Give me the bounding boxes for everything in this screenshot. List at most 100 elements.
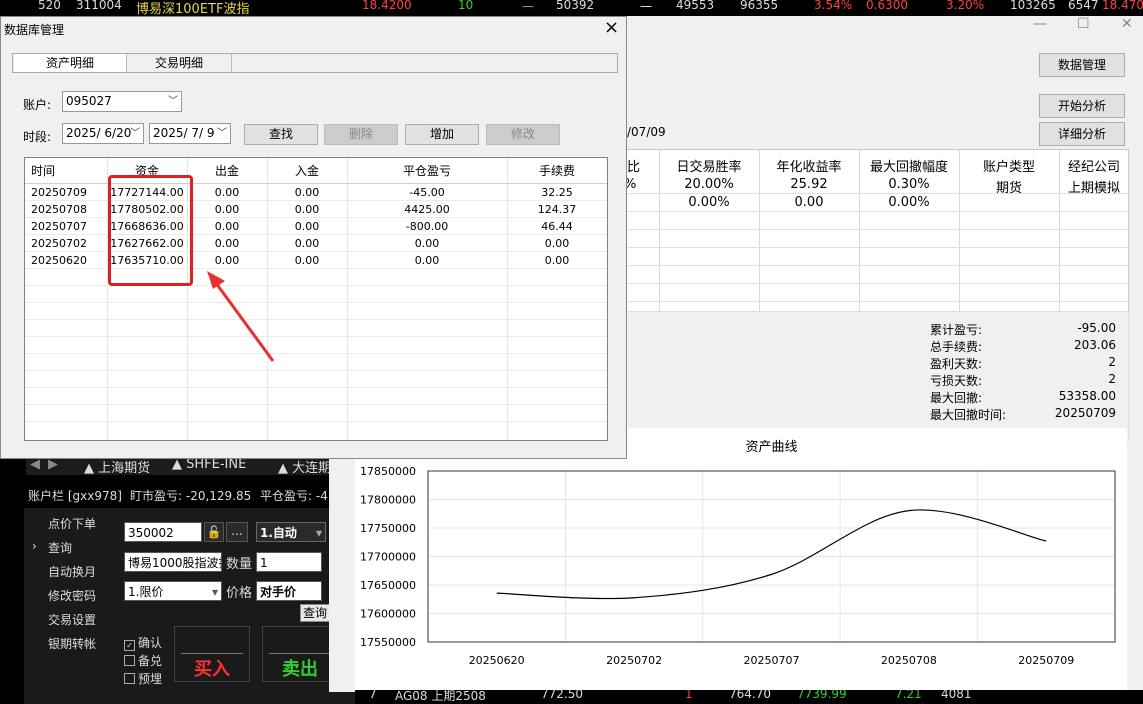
symbol-field[interactable]: 博易1000股指波指 bbox=[124, 552, 222, 572]
menu-click-order[interactable]: 点价下单 bbox=[48, 515, 96, 532]
ticker-total: 96355 bbox=[740, 0, 779, 12]
summary-cell: 0.00 bbox=[794, 195, 824, 210]
tab-trade-detail[interactable]: 交易明细 bbox=[127, 54, 232, 72]
menu-bank-transfer[interactable]: 银期转帐 bbox=[48, 635, 96, 652]
exchange-tab-bar: ◀ ▶ ▲ 上海期货 ▲ SHFE-INE ▲ 大连期货 bbox=[26, 457, 356, 475]
ticker-ask: 49553 bbox=[676, 0, 715, 12]
menu-trade-settings[interactable]: 交易设置 bbox=[48, 611, 96, 628]
stat-label: 最大回撤: bbox=[930, 391, 983, 405]
cell-close-pnl: 0.00 bbox=[414, 237, 440, 250]
price-field[interactable]: 对手价 bbox=[256, 581, 322, 601]
summary-cell: 0.00% bbox=[888, 195, 930, 210]
exchange-tab-shfe[interactable]: ▲ 上海期货 bbox=[84, 457, 150, 475]
x-tick-label: 20250708 bbox=[881, 654, 937, 667]
bottom-change: 1 bbox=[685, 690, 693, 701]
summary-cell: 25.92 bbox=[790, 177, 828, 192]
account-number-field[interactable]: 350002 bbox=[124, 522, 202, 542]
menu-query[interactable]: 查询 bbox=[48, 539, 72, 556]
maximize-icon[interactable]: ☐ bbox=[1077, 16, 1090, 32]
stat-value: -95.00 bbox=[1077, 321, 1116, 335]
tab-prev-icon[interactable]: ◀ bbox=[30, 457, 40, 472]
x-tick-label: 20250702 bbox=[606, 654, 662, 667]
buy-button[interactable]: 买入 bbox=[174, 626, 250, 682]
cell-close-pnl: 4425.00 bbox=[404, 203, 450, 216]
col-header-close-pnl[interactable]: 平仓盈亏 bbox=[347, 162, 507, 179]
dialog-title: 数据库管理 bbox=[4, 23, 65, 37]
quote-bottom-row: 7 AG08 上期2508 772.50 1 764.70 7739.99 7.… bbox=[355, 690, 1143, 704]
chevron-down-icon: ﹀ bbox=[217, 128, 227, 139]
cell-close-pnl: -800.00 bbox=[405, 220, 449, 233]
account-select[interactable]: 095027 ﹀ bbox=[62, 91, 182, 112]
summary-cell: 期货 bbox=[995, 181, 1022, 196]
stat-value: 2 bbox=[1108, 355, 1116, 369]
ticker-index: 520 bbox=[38, 0, 61, 12]
summary-cell: 20.00% bbox=[684, 177, 734, 192]
cell-close-pnl: 0.00 bbox=[414, 254, 440, 267]
period-label: 时段: bbox=[23, 130, 52, 144]
start-analysis-button[interactable]: 开始分析 bbox=[1039, 94, 1125, 118]
account-label: 账户: bbox=[23, 98, 52, 112]
asset-curve-chart: 资产曲线 17850000 17800000 17750000 17700000 1765… bbox=[355, 428, 1127, 690]
preset-checkbox[interactable]: 预埋 bbox=[124, 670, 162, 687]
summary-header-max-drawdown: 最大回撤幅度 bbox=[869, 160, 948, 175]
cell-withdraw: 0.00 bbox=[214, 220, 240, 233]
date-to-picker[interactable]: 2025/ 7/ 9 ﹀ bbox=[149, 123, 231, 144]
bottom-index: 7 bbox=[369, 690, 377, 701]
menu-auto-rollover[interactable]: 自动换月 bbox=[48, 563, 96, 580]
price-type-select[interactable]: 1.限价 ▾ bbox=[124, 581, 222, 601]
query-button[interactable]: 查询 bbox=[300, 604, 330, 622]
ticker-change: 0.6300 bbox=[866, 0, 908, 12]
quantity-field[interactable]: 1 bbox=[256, 552, 322, 572]
menu-change-password[interactable]: 修改密码 bbox=[48, 587, 96, 604]
account-name: 账户栏 [gxx978] bbox=[28, 489, 122, 503]
add-button[interactable]: 增加 bbox=[405, 124, 479, 145]
ticker-amp: 3.20% bbox=[946, 0, 985, 12]
ticker-name: 博易深100ETF波指 bbox=[136, 2, 250, 16]
delete-button[interactable]: 删除 bbox=[324, 124, 398, 145]
close-icon[interactable]: × bbox=[604, 19, 619, 37]
col-header-time[interactable]: 时间 bbox=[31, 162, 55, 179]
covered-checkbox[interactable]: 备兑 bbox=[124, 652, 162, 669]
cell-withdraw: 0.00 bbox=[214, 186, 240, 199]
price-label: 价格 bbox=[226, 586, 253, 601]
lock-icon[interactable]: 🔓 bbox=[204, 522, 224, 542]
mode-select[interactable]: 1.自动 ▾ bbox=[256, 522, 326, 542]
stat-label: 亏损天数: bbox=[930, 374, 983, 388]
date-from-picker[interactable]: 2025/ 6/20 ﹀ bbox=[62, 123, 144, 144]
more-button[interactable]: ... bbox=[226, 522, 248, 542]
tab-asset-detail[interactable]: 资产明细 bbox=[14, 54, 127, 72]
col-header-fee[interactable]: 手续费 bbox=[507, 162, 607, 179]
minimize-icon[interactable]: — bbox=[1033, 16, 1047, 32]
sell-button[interactable]: 卖出 bbox=[262, 626, 338, 682]
asset-curve-svg: 资产曲线 17850000 17800000 17750000 17700000 1765… bbox=[360, 440, 1116, 667]
modify-button[interactable]: 修改 bbox=[486, 124, 560, 145]
col-header-withdraw[interactable]: 出金 bbox=[187, 162, 267, 179]
col-header-deposit[interactable]: 入金 bbox=[267, 162, 347, 179]
y-tick-label: 17550000 bbox=[360, 636, 416, 649]
bottom-ask: 7739.99 bbox=[797, 690, 847, 701]
cell-deposit: 0.00 bbox=[294, 203, 320, 216]
tab-next-icon[interactable]: ▶ bbox=[48, 457, 58, 472]
detail-analysis-button[interactable]: 详细分析 bbox=[1039, 122, 1125, 146]
find-button[interactable]: 查找 bbox=[244, 124, 318, 145]
ticker-last: 18.470 bbox=[1102, 0, 1143, 12]
summary-header-broker: 经纪公司 bbox=[1067, 160, 1120, 175]
exchange-tab-shfe-ine[interactable]: ▲ SHFE-INE bbox=[172, 457, 246, 472]
ticker-code: 311004 bbox=[76, 0, 122, 12]
cell-time: 20250620 bbox=[31, 254, 87, 267]
quote-ticker-row: 520 311004 博易深100ETF波指 18.4200 10 一 5039… bbox=[0, 0, 1143, 16]
close-pnl: 平仓盈亏: -4 bbox=[260, 489, 328, 503]
chevron-down-icon: ﹀ bbox=[168, 96, 178, 107]
account-bar: 账户栏 [gxx978] 盯市盈亏: -20,129.85 平仓盈亏: -4 bbox=[24, 487, 358, 507]
cell-withdraw: 0.00 bbox=[214, 237, 240, 250]
y-tick-label: 17750000 bbox=[360, 522, 416, 535]
summary-cell: 上期模拟 bbox=[1067, 181, 1120, 196]
confirm-checkbox[interactable]: ✓ 确认 bbox=[124, 634, 162, 651]
summary-header-account-type: 账户类型 bbox=[982, 160, 1035, 175]
data-manage-button[interactable]: 数据管理 bbox=[1039, 53, 1125, 77]
y-tick-label: 17600000 bbox=[360, 608, 416, 621]
dialog-tabs: 资产明细 交易明细 bbox=[12, 53, 618, 73]
stat-value: 53358.00 bbox=[1058, 389, 1116, 403]
close-icon[interactable]: ✕ bbox=[1121, 16, 1133, 32]
summary-header-win-rate: 日交易胜率 bbox=[676, 160, 742, 175]
